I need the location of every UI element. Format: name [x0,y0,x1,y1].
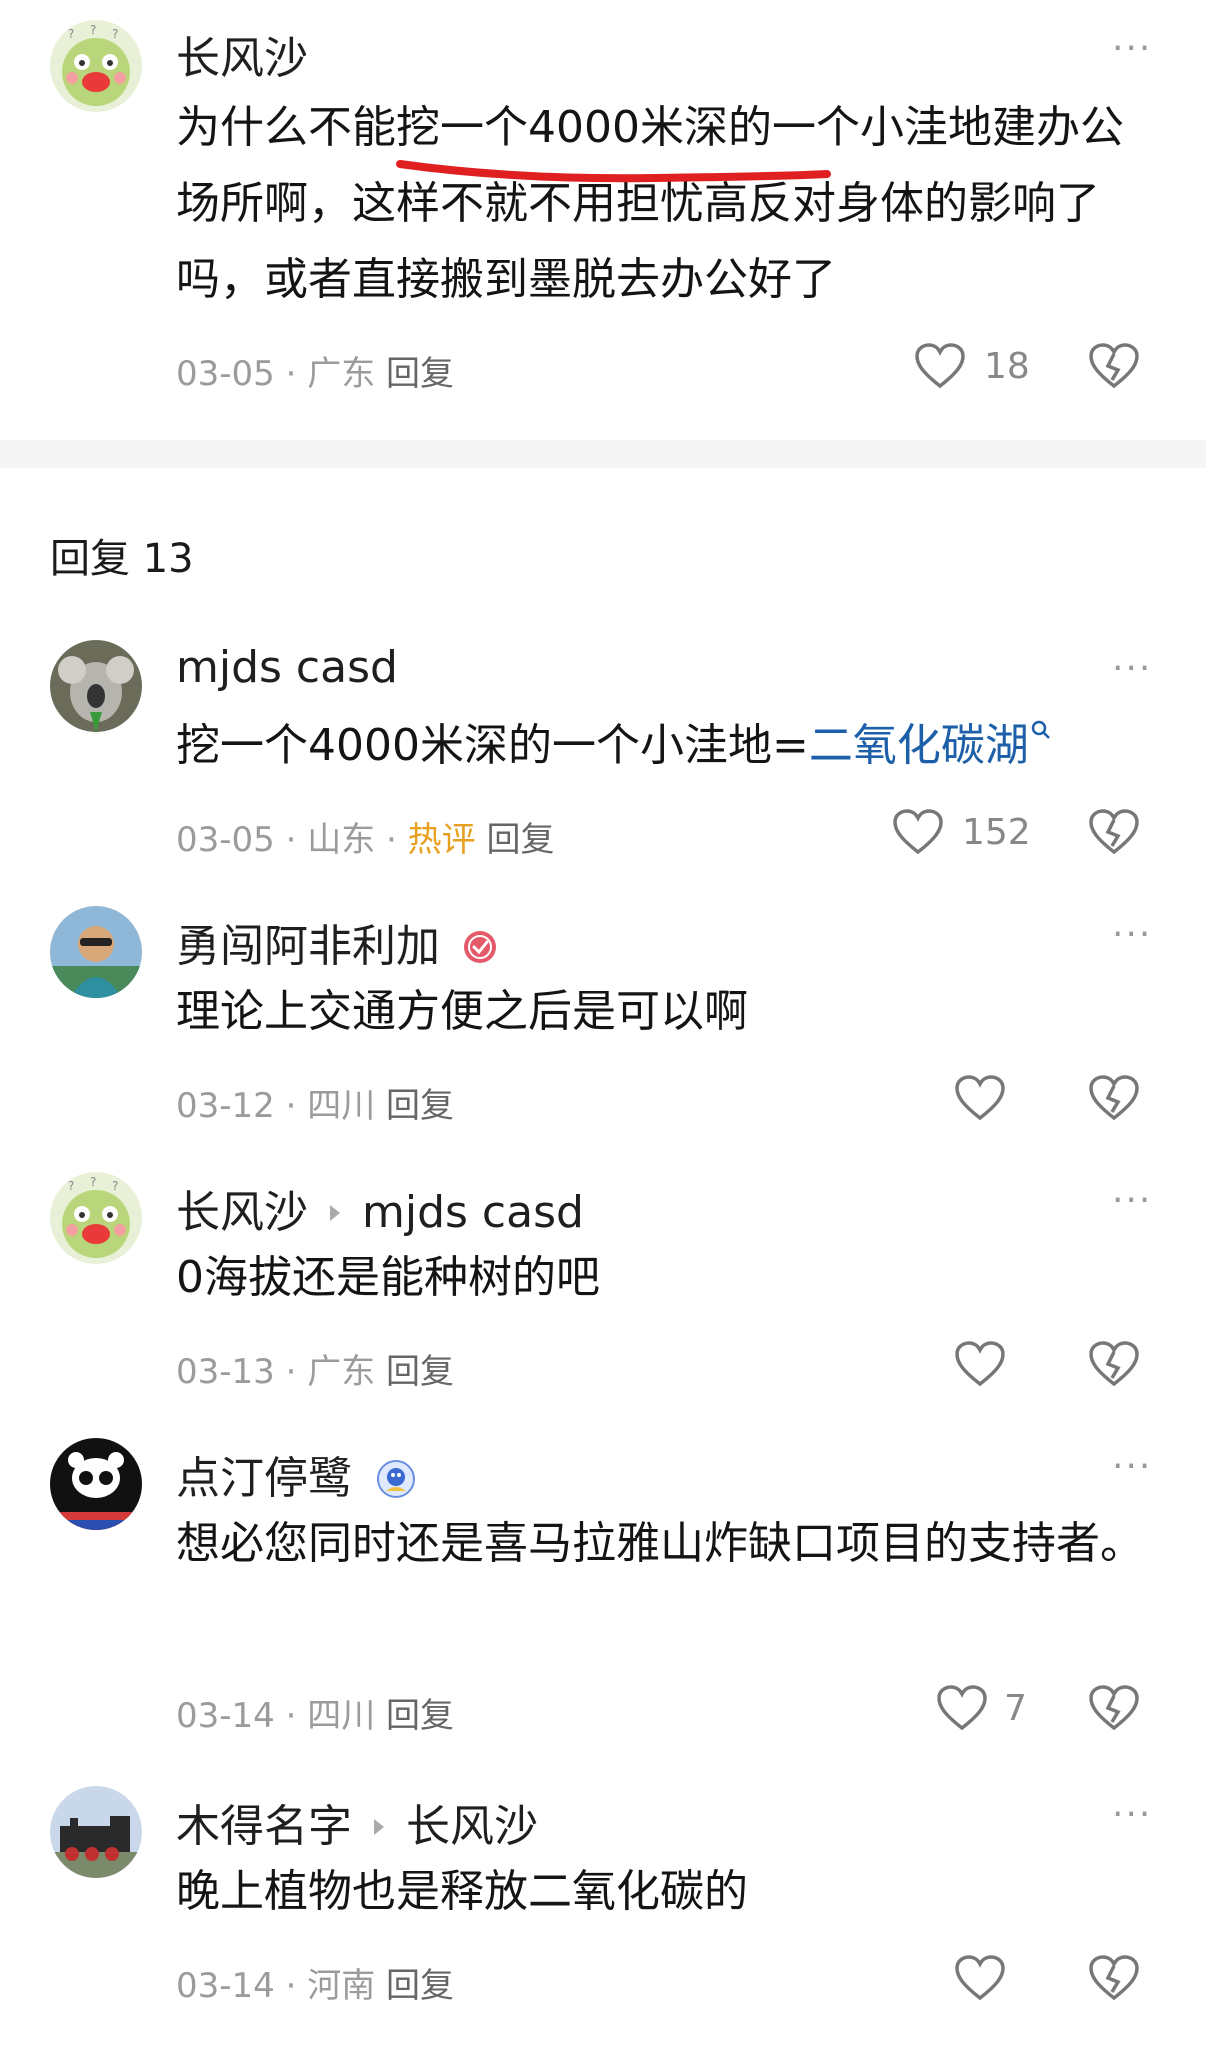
more-options-icon[interactable]: ··· [1112,648,1152,689]
reply-location: 四川 [307,1086,376,1126]
more-options-icon[interactable]: ··· [1112,1180,1152,1221]
heart-icon[interactable] [892,808,944,856]
reply-date: 03-13 [176,1352,275,1392]
svg-text:?: ? [90,23,96,37]
reply-username[interactable]: 木得名字 [176,1801,352,1852]
reply-text-prefix: 挖一个4000米深的一个小洼地= [176,720,809,771]
comment-text: 为什么不能挖一个4000米深的一个小洼地建办公场所啊，这样不就不用担忧高反对身体… [176,102,1124,305]
meta-separator: · [285,1696,297,1736]
reply-meta: 03-05 · 山东 · 热评 回复 [176,812,554,861]
heart-icon[interactable] [936,1684,988,1732]
reply-username-row: 长风沙 mjds casd [176,1176,584,1240]
reply-meta: 03-14 · 河南 回复 [176,1958,454,2007]
reply-username-row: 木得名字 长风沙 [176,1790,538,1854]
svg-text:?: ? [68,27,74,41]
broken-heart-icon[interactable] [1088,342,1140,390]
more-options-icon[interactable]: ··· [1112,1446,1152,1487]
reply-button[interactable]: 回复 [386,1966,454,2006]
more-options-icon[interactable]: ··· [1112,1794,1152,1835]
avatar-person-image [50,906,142,998]
replies-header: 回复 13 [50,536,194,582]
reply-text: 挖一个4000米深的一个小洼地=二氧化碳湖 [176,708,1055,784]
reply-username-text[interactable]: 勇闯阿非利加 [176,921,440,972]
reply-location: 山东 [307,820,376,860]
reply-button[interactable]: 回复 [386,354,454,394]
reply-username[interactable]: mjds casd [176,642,398,693]
topic-link[interactable]: 二氧化碳湖 [809,720,1029,771]
reply-location: 四川 [307,1696,376,1736]
reply-button[interactable]: 回复 [486,820,554,860]
avatar[interactable] [50,640,142,732]
heart-icon[interactable] [954,1340,1006,1388]
heart-icon[interactable] [914,342,966,390]
reply-arrow-icon [330,1205,340,1221]
meta-separator: · [386,820,397,860]
reply-date: 03-05 [176,820,275,860]
avatar-frog-image: ??? [50,1172,142,1264]
svg-text:?: ? [112,1179,118,1193]
more-options-icon[interactable]: ··· [1112,28,1152,69]
reply-location: 广东 [307,1352,376,1392]
avatar[interactable]: ??? [50,20,142,112]
heart-icon[interactable] [954,1954,1006,2002]
broken-heart-icon[interactable] [1088,808,1140,856]
avatar-koala-image [50,640,142,732]
reply-username-row: 点汀停鹭 [176,1442,416,1506]
comment-username[interactable]: 长风沙 [176,22,308,86]
meta-separator: · [285,820,297,860]
broken-heart-icon[interactable] [1088,1954,1140,2002]
reply-to-username[interactable]: 长风沙 [406,1801,538,1852]
svg-text:?: ? [68,1179,74,1193]
avatar-train-image [50,1786,142,1878]
reply-username[interactable]: 长风沙 [176,1187,308,1238]
reply-username[interactable]: 勇闯阿非利加 [176,910,498,974]
broken-heart-icon[interactable] [1088,1684,1140,1732]
reply-button[interactable]: 回复 [386,1352,454,1392]
meta-separator: · [285,1086,297,1126]
heart-icon[interactable] [954,1074,1006,1122]
reply-meta: 03-14 · 四川 回复 [176,1688,454,1737]
comment-meta: 03-05 · 广东 回复 [176,346,454,395]
reply-arrow-icon [374,1819,384,1835]
reply-text: 晚上植物也是释放二氧化碳的 [176,1866,748,1917]
like-count: 7 [1004,1688,1027,1729]
avatar-panda-image [50,1438,142,1530]
reply-text: 想必您同时还是喜马拉雅山炸缺口项目的支持者。 [176,1518,1144,1569]
meta-separator: · [285,1966,297,2006]
avatar[interactable] [50,1786,142,1878]
reply-date: 03-12 [176,1086,275,1126]
comment-date: 03-05 [176,354,275,394]
hot-badge: 热评 [407,820,476,860]
reply-date: 03-14 [176,1966,275,2006]
comment-location: 广东 [307,354,376,394]
svg-text:?: ? [112,27,118,41]
reply-button[interactable]: 回复 [386,1086,454,1126]
reply-meta: 03-13 · 广东 回复 [176,1344,454,1393]
broken-heart-icon[interactable] [1088,1340,1140,1388]
reply-username[interactable]: 点汀停鹭 [176,1453,352,1504]
meta-separator: · [285,1352,297,1392]
avatar[interactable]: ??? [50,1172,142,1264]
avatar-frog-image: ??? [50,20,142,112]
section-divider [0,440,1206,468]
reply-date: 03-14 [176,1696,275,1736]
reply-meta: 03-12 · 四川 回复 [176,1078,454,1127]
like-count: 152 [962,812,1031,853]
svg-text:?: ? [90,1175,96,1189]
search-icon[interactable] [1029,718,1055,744]
avatar[interactable] [50,1438,142,1530]
like-count: 18 [984,346,1030,387]
avatar[interactable] [50,906,142,998]
badge-icon [377,1460,415,1498]
more-options-icon[interactable]: ··· [1112,914,1152,955]
verified-badge-icon [464,931,496,963]
reply-button[interactable]: 回复 [386,1696,454,1736]
reply-location: 河南 [307,1966,376,2006]
reply-text: 理论上交通方便之后是可以啊 [176,986,748,1037]
broken-heart-icon[interactable] [1088,1074,1140,1122]
reply-to-username[interactable]: mjds casd [362,1187,584,1238]
meta-separator: · [285,354,297,394]
reply-text: 0海拔还是能种树的吧 [176,1252,600,1303]
